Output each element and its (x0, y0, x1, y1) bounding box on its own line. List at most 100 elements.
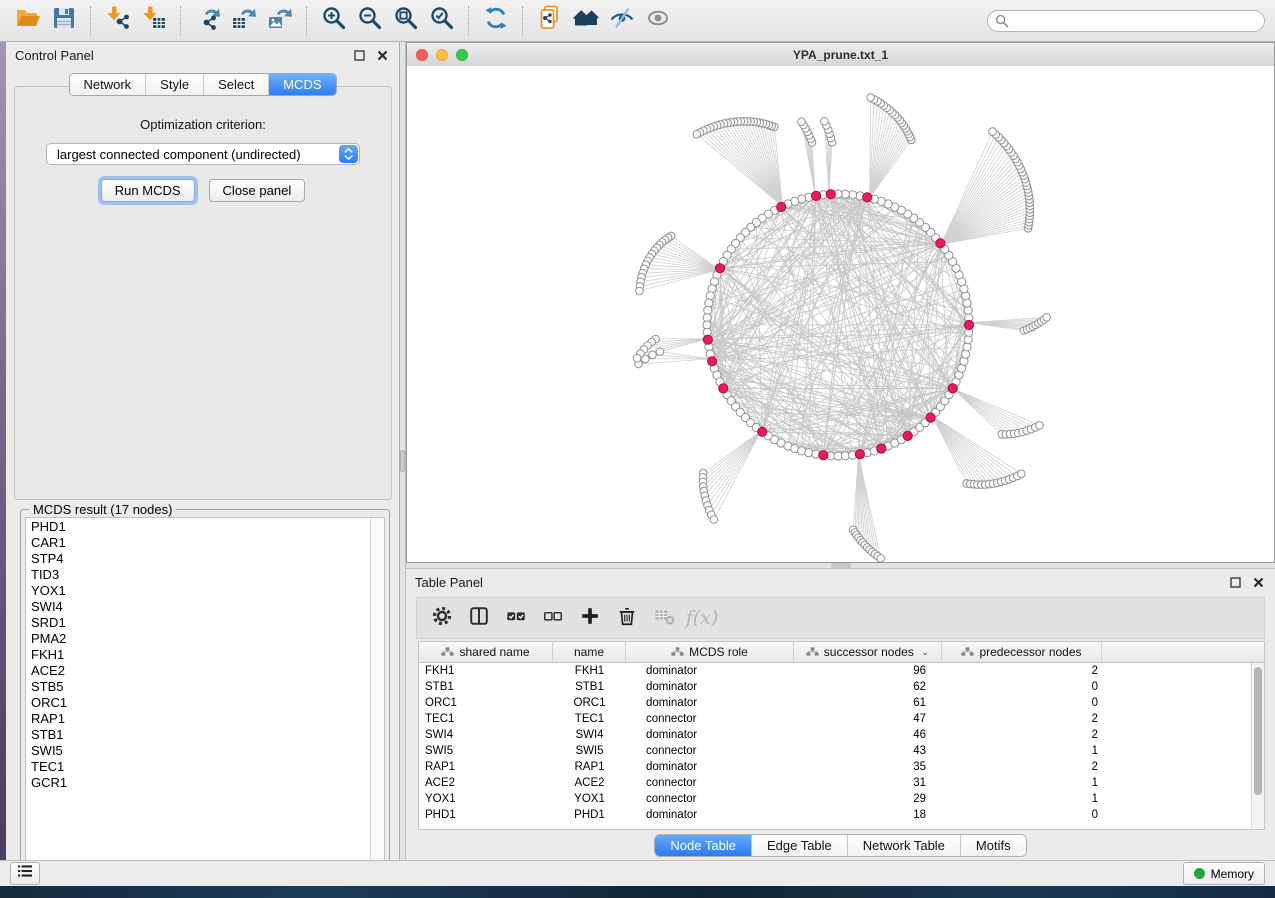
column-header-MCDS-role[interactable]: MCDS role (626, 642, 794, 662)
table-cell: FKH1 (419, 663, 553, 679)
tab-motifs[interactable]: Motifs (960, 835, 1026, 856)
network-canvas[interactable] (407, 66, 1274, 562)
mcds-result-item[interactable]: CAR1 (26, 535, 384, 551)
select-all-button[interactable] (501, 603, 531, 633)
mcds-result-item[interactable]: YOX1 (26, 583, 384, 599)
refresh-button[interactable] (478, 4, 514, 38)
table-scrollbar-thumb[interactable] (1254, 667, 1262, 795)
table-row[interactable]: ORC1ORC1dominator610 (419, 695, 1264, 711)
hide-eye-button[interactable] (604, 4, 640, 38)
zoom-in-button[interactable] (316, 4, 352, 38)
table-row[interactable]: RAP1RAP1dominator352 (419, 759, 1264, 775)
table-row[interactable]: ACE2ACE2connector311 (419, 775, 1264, 791)
save-icon (51, 5, 77, 36)
column-header-predecessor-nodes[interactable]: predecessor nodes (942, 642, 1102, 662)
mcds-result-item[interactable]: FKH1 (26, 647, 384, 663)
float-table-panel-icon[interactable] (1227, 574, 1243, 590)
table-cell: RAP1 (419, 759, 553, 775)
table-cell: ACE2 (553, 775, 626, 791)
show-eye-button[interactable] (640, 4, 676, 38)
mcds-result-list[interactable]: PHD1CAR1STP4TID3YOX1SWI4SRD1PMA2FKH1ACE2… (25, 517, 385, 875)
tab-node-table[interactable]: Node Table (655, 835, 751, 856)
open-folder-button[interactable] (10, 4, 46, 38)
mcds-result-item[interactable]: PMA2 (26, 631, 384, 647)
mcds-result-item[interactable]: SWI5 (26, 743, 384, 759)
export-image-button[interactable] (262, 4, 298, 38)
table-row[interactable]: SWI4SWI4dominator462 (419, 727, 1264, 743)
mcds-result-item[interactable]: GCR1 (26, 775, 384, 791)
table-row[interactable]: FKH1FKH1dominator962 (419, 663, 1264, 679)
table-row[interactable]: YOX1YOX1connector291 (419, 791, 1264, 807)
mcds-result-item[interactable]: ACE2 (26, 663, 384, 679)
optimization-criterion-select[interactable]: largest connected component (undirected) (46, 143, 360, 165)
vertical-splitter-handle[interactable] (400, 450, 405, 472)
close-panel-button[interactable]: Close panel (209, 179, 306, 202)
mcds-result-item[interactable]: TID3 (26, 567, 384, 583)
mcds-result-item[interactable]: STP4 (26, 551, 384, 567)
mcds-result-item[interactable]: TEC1 (26, 759, 384, 775)
mcds-result-item[interactable]: SWI4 (26, 599, 384, 615)
houses-button[interactable] (568, 4, 604, 38)
table-cell: 31 (794, 775, 942, 791)
mcds-result-item[interactable]: PHD1 (26, 519, 384, 535)
run-mcds-button[interactable]: Run MCDS (101, 179, 195, 202)
columns-button[interactable] (464, 603, 494, 633)
tab-style[interactable]: Style (145, 74, 203, 95)
table-tabs-bar: Node TableEdge TableNetwork TableMotifs (406, 833, 1275, 857)
mcds-result-item[interactable]: SRD1 (26, 615, 384, 631)
column-header-name[interactable]: name (553, 642, 626, 662)
control-panel-tabs: NetworkStyleSelectMCDS (68, 73, 336, 96)
mcds-result-item[interactable]: STB5 (26, 679, 384, 695)
close-table-panel-icon[interactable] (1250, 574, 1266, 590)
zoom-window-light[interactable] (456, 49, 468, 61)
network-file-button[interactable] (532, 4, 568, 38)
table-row[interactable]: STB1STB1dominator620 (419, 679, 1264, 695)
network-window-titlebar[interactable]: YPA_prune.txt_1 (407, 43, 1274, 67)
float-panel-icon[interactable] (351, 47, 367, 63)
search-input[interactable] (987, 10, 1265, 32)
control-panel: Control Panel NetworkStyleSelectMCDS Opt… (6, 42, 400, 860)
table-row[interactable]: TEC1TEC1connector472 (419, 711, 1264, 727)
minimize-window-light[interactable] (436, 49, 448, 61)
column-header-shared-name[interactable]: shared name (419, 642, 553, 662)
mcds-list-scrollbar[interactable] (370, 518, 384, 874)
toolbar-separator (90, 6, 92, 36)
tab-mcds[interactable]: MCDS (268, 74, 335, 95)
table-scrollbar[interactable] (1251, 663, 1264, 829)
zoom-fit-button[interactable] (388, 4, 424, 38)
mcds-result-item[interactable]: RAP1 (26, 711, 384, 727)
table-cell: ORC1 (419, 695, 553, 711)
deselect-all-button[interactable] (538, 603, 568, 633)
trash-button[interactable] (612, 603, 642, 633)
table-row[interactable]: PHD1PHD1dominator180 (419, 807, 1264, 823)
table-row[interactable]: SWI5SWI5connector431 (419, 743, 1264, 759)
gear-button[interactable] (427, 603, 457, 633)
column-label: shared name (459, 645, 529, 659)
memory-button[interactable]: Memory (1183, 862, 1265, 885)
tab-select[interactable]: Select (203, 74, 268, 95)
mcds-result-item[interactable]: STB1 (26, 727, 384, 743)
import-table-button[interactable] (136, 4, 172, 38)
zoom-selected-button[interactable] (424, 4, 460, 38)
hierarchy-icon (441, 645, 454, 659)
import-network-button[interactable] (100, 4, 136, 38)
task-history-button[interactable] (10, 862, 40, 885)
export-network-button[interactable] (190, 4, 226, 38)
table-cell: SWI5 (553, 743, 626, 759)
add-button[interactable] (575, 603, 605, 633)
table-cell: 0 (942, 679, 1102, 695)
close-window-light[interactable] (416, 49, 428, 61)
show-eye-icon (645, 5, 671, 36)
mcds-result-item[interactable]: ORC1 (26, 695, 384, 711)
refresh-icon (483, 5, 509, 36)
tab-edge-table[interactable]: Edge Table (751, 835, 847, 856)
hierarchy-icon (671, 645, 684, 659)
save-button[interactable] (46, 4, 82, 38)
close-panel-icon[interactable] (374, 47, 390, 63)
zoom-out-button[interactable] (352, 4, 388, 38)
status-bar: Memory (0, 860, 1275, 886)
tab-network[interactable]: Network (69, 74, 145, 95)
column-header-successor-nodes[interactable]: successor nodes⌄ (794, 642, 942, 662)
tab-network-table[interactable]: Network Table (847, 835, 960, 856)
export-table-button[interactable] (226, 4, 262, 38)
